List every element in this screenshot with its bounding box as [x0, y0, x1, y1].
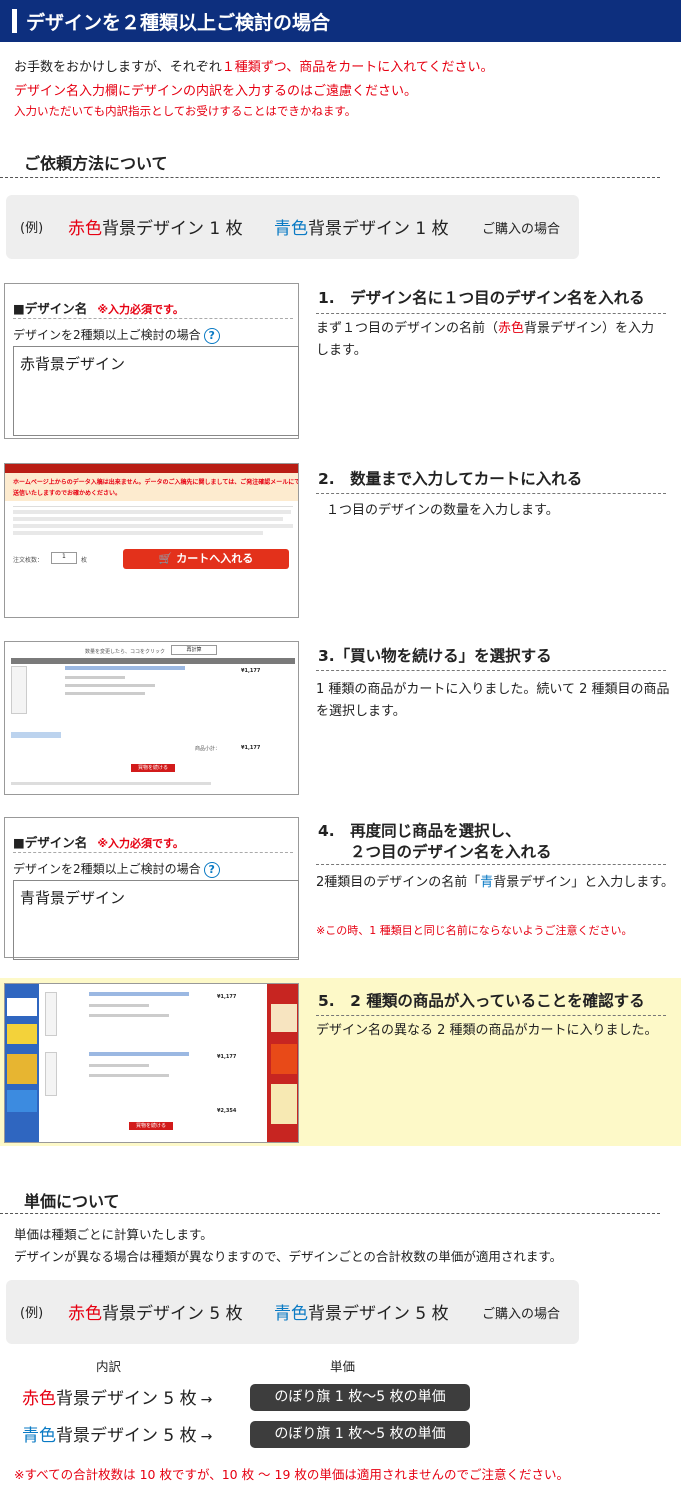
- continue-shopping-button[interactable]: 買物を続ける: [131, 764, 175, 772]
- breakdown-row-red: 赤色背景デザイン 5 枚 →: [22, 1389, 213, 1409]
- total-note: ※すべての合計枚数は 10 枚ですが、10 枚 ～ 19 枚の単価は適用されませ…: [14, 1467, 570, 1482]
- example-blue-item: 青色背景デザイン 5 枚: [274, 1304, 449, 1324]
- arrow-right-icon: →: [200, 1392, 213, 1408]
- cart-form-screenshot: ホームページ上からのデータ入稿は出来ません。データのご入稿先に関しましては、ご発…: [4, 463, 299, 618]
- example-label: (例): [20, 221, 44, 236]
- qty-input[interactable]: 1: [51, 552, 77, 564]
- step-divider: [316, 670, 666, 671]
- form-divider: [13, 318, 293, 319]
- step-5-description: デザイン名の異なる 2 種類の商品がカートに入りました。: [316, 1023, 658, 1038]
- step-2-heading: 2. 数量まで入力してカートに入れる: [318, 470, 583, 488]
- form-title: ■デザイン名 ※入力必須です。: [13, 301, 184, 316]
- example-red-item: 赤色背景デザイン 5 枚: [68, 1304, 243, 1324]
- intro-line-3: 入力いただいても内訳指示としてお受けすることはできかねます。: [14, 104, 357, 118]
- add-to-cart-button[interactable]: 🛒 カートへ入れる: [123, 549, 289, 569]
- form-title: ■デザイン名 ※入力必須です。: [13, 835, 184, 850]
- step-5-heading: 5. 2 種類の商品が入っていることを確認する: [318, 992, 645, 1010]
- arrow-right-icon: →: [200, 1429, 213, 1445]
- example-tail: ご購入の場合: [482, 222, 561, 237]
- qty-label: 注文枚数：: [13, 557, 44, 564]
- help-icon[interactable]: ?: [203, 861, 220, 878]
- step-2-description: １つ目のデザインの数量を入力します。: [326, 503, 559, 518]
- step-4-heading-2: ２つ目のデザイン名を入れる: [350, 843, 552, 861]
- step-1-description: まず１つ目のデザインの名前（赤色背景デザイン）を入力します。: [316, 321, 655, 358]
- example-blue-item: 青色背景デザイン 1 枚: [274, 219, 449, 239]
- section-divider: [0, 177, 660, 178]
- subtotal: ¥2,354: [217, 1108, 237, 1114]
- example-label: (例): [20, 1306, 44, 1321]
- section-title-request-method: ご依頼方法について: [24, 154, 168, 173]
- step-divider: [316, 313, 666, 314]
- unit-price-line-2: デザインが異なる場合は種類が異なりますので、デザインごとの合計枚数の単価が適用さ…: [14, 1249, 563, 1264]
- breakdown-row-blue: 青色背景デザイン 5 枚 →: [22, 1426, 213, 1446]
- step-4-description: 2種類目のデザインの名前「青背景デザイン」と入力します。: [316, 875, 674, 890]
- example-tail: ご購入の場合: [482, 1307, 561, 1322]
- cart-screenshot: 数量を変更したら、ココをクリック 再計算 ¥1,177 商品小計： ¥1,177…: [4, 641, 299, 795]
- form-divider: [13, 852, 293, 853]
- step-divider: [316, 493, 666, 494]
- item-2-price: ¥1,177: [217, 1054, 237, 1060]
- step-1-heading: 1. デザイン名に１つ目のデザイン名を入れる: [318, 289, 645, 307]
- step-divider: [316, 1015, 666, 1016]
- design-name-input[interactable]: 青背景デザイン: [13, 880, 299, 960]
- unit-price-col-label: 単価: [330, 1359, 356, 1374]
- intro-line-2: デザイン名入力欄にデザインの内訳を入力するのはご遠慮ください。: [14, 84, 418, 99]
- cart-icon: 🛒: [158, 552, 173, 565]
- help-icon[interactable]: ?: [203, 327, 220, 344]
- form-label: デザインを2種類以上ご検討の場合?: [13, 860, 220, 878]
- qty-unit: 枚: [81, 557, 88, 564]
- recalc-button[interactable]: 再計算: [171, 645, 217, 655]
- unit-price-line-1: 単価は種類ごとに計算いたします。: [14, 1227, 213, 1242]
- example-box-2: (例) 赤色背景デザイン 5 枚 青色背景デザイン 5 枚 ご購入の場合: [6, 1280, 579, 1344]
- unit-price-pill-red: のぼり旗 1 枚～5 枚の単価: [250, 1384, 470, 1411]
- step-4-note: ※この時、1 種類目と同じ名前にならないようご注意ください。: [316, 924, 633, 937]
- design-name-form-1: ■デザイン名 ※入力必須です。 デザインを2種類以上ご検討の場合? 赤背景デザイン: [4, 283, 299, 439]
- example-red-item: 赤色背景デザイン 1 枚: [68, 219, 243, 239]
- section-title-unit-price: 単価について: [24, 1192, 120, 1211]
- cart-two-items-screenshot: ¥1,177 ¥1,177 ¥2,354 買物を続ける: [4, 983, 299, 1143]
- step-4-heading-1: 4. 再度同じ商品を選択し、: [318, 822, 521, 840]
- breakdown-col-label: 内訳: [96, 1359, 122, 1374]
- section-divider: [0, 1213, 660, 1214]
- design-name-form-2: ■デザイン名 ※入力必須です。 デザインを2種類以上ご検討の場合? 青背景デザイン: [4, 817, 299, 960]
- step-3-description: 1 種類の商品がカートに入りました。続いて 2 種類目の商品を選択します。: [316, 682, 670, 719]
- continue-shopping-button[interactable]: 買物を続ける: [129, 1122, 173, 1130]
- banner-accent-bar: [12, 9, 17, 33]
- step-3-heading: 3.「買い物を続ける」を選択する: [318, 647, 552, 665]
- example-box-1: (例) 赤色背景デザイン 1 枚 青色背景デザイン 1 枚 ご購入の場合: [6, 195, 579, 259]
- item-price: ¥1,177: [241, 668, 261, 674]
- design-name-input[interactable]: 赤背景デザイン: [13, 346, 299, 436]
- shot-notice: ホームページ上からのデータ入稿は出来ません。データのご入稿先に関しましては、ご発…: [5, 473, 298, 501]
- step-divider: [316, 864, 666, 865]
- unit-price-pill-blue: のぼり旗 1 枚～5 枚の単価: [250, 1421, 470, 1448]
- item-1-price: ¥1,177: [217, 994, 237, 1000]
- shot-top-bar: [5, 464, 298, 473]
- product-thumbnail: [11, 666, 27, 714]
- form-label: デザインを2種類以上ご検討の場合?: [13, 326, 220, 344]
- banner-title: デザインを２種類以上ご検討の場合: [26, 12, 331, 34]
- intro-line-1: お手数をおかけしますが、それぞれ１種類ずつ、商品をカートに入れてください。: [14, 60, 494, 75]
